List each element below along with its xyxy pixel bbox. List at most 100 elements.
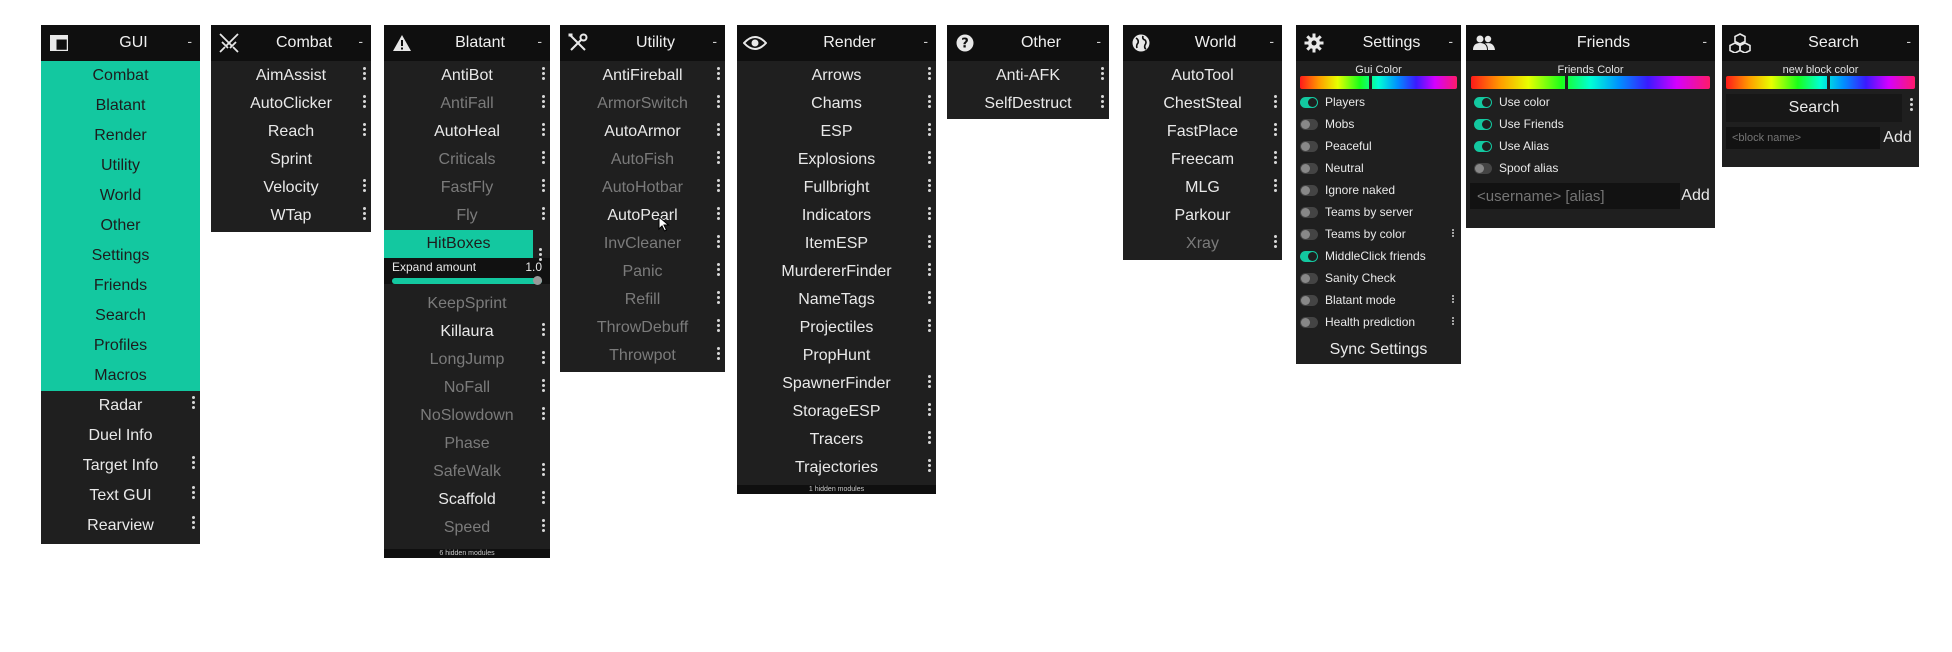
category-world[interactable]: World [41,181,200,211]
options-icon[interactable] [542,379,546,392]
toggle-neutral[interactable]: Neutral [1296,157,1461,179]
module-invcleaner[interactable]: InvCleaner [560,230,725,258]
options-icon[interactable] [928,459,932,472]
options-icon[interactable] [192,396,196,409]
toggle-spoof-alias[interactable]: Spoof alias [1470,157,1715,179]
module-selfdestruct[interactable]: SelfDestruct [947,90,1109,118]
options-icon[interactable] [1274,179,1278,192]
options-icon[interactable] [542,67,546,80]
minimize-button[interactable]: - [1702,33,1707,49]
options-icon[interactable] [1101,67,1105,80]
gui-panel-header[interactable]: GUI - [41,25,200,61]
category-search[interactable]: Search [41,301,200,331]
options-icon[interactable] [717,291,721,304]
search-button[interactable]: Search [1726,94,1902,122]
toggle-switch[interactable] [1474,162,1492,174]
toggle-switch[interactable] [1474,118,1492,130]
module-fly[interactable]: Fly [384,202,550,230]
module-projectiles[interactable]: Projectiles [737,314,936,342]
options-icon[interactable] [717,263,721,276]
options-icon[interactable] [717,123,721,136]
gui-color-picker[interactable] [1300,76,1457,89]
module-reach[interactable]: Reach [211,118,371,146]
block-color-picker[interactable] [1726,76,1915,89]
search-panel-header[interactable]: Search - [1722,25,1919,61]
module-rearview[interactable]: Rearview [41,511,200,541]
category-friends[interactable]: Friends [41,271,200,301]
module-itemesp[interactable]: ItemESP [737,230,936,258]
module-esp[interactable]: ESP [737,118,936,146]
options-icon[interactable] [928,207,932,220]
toggle-switch[interactable] [1300,228,1318,240]
options-icon[interactable] [1274,151,1278,164]
toggle-players[interactable]: Players [1296,91,1461,113]
options-icon[interactable] [1274,235,1278,248]
options-icon[interactable] [717,235,721,248]
toggle-teams-by-color[interactable]: Teams by color [1296,223,1461,245]
module-antifall[interactable]: AntiFall [384,90,550,118]
category-other[interactable]: Other [41,211,200,241]
category-utility[interactable]: Utility [41,151,200,181]
options-icon[interactable] [542,123,546,136]
toggle-sanity-check[interactable]: Sanity Check [1296,267,1461,289]
module-fastfly[interactable]: FastFly [384,174,550,202]
toggle-teams-by-server[interactable]: Teams by server [1296,201,1461,223]
toggle-switch[interactable] [1474,140,1492,152]
module-killaura[interactable]: Killaura [384,318,550,346]
toggle-switch[interactable] [1300,118,1318,130]
module-scaffold[interactable]: Scaffold [384,486,550,514]
options-icon[interactable] [542,207,546,220]
module-spawnerfinder[interactable]: SpawnerFinder [737,370,936,398]
module-prophunt[interactable]: PropHunt [737,342,936,370]
world-panel-header[interactable]: World - [1123,25,1282,61]
module-radar[interactable]: Radar [41,391,200,421]
options-icon[interactable] [928,291,932,304]
module-throwpot[interactable]: Throwpot [560,342,725,370]
color-marker[interactable] [1565,76,1568,89]
options-icon[interactable] [717,67,721,80]
settings-panel-header[interactable]: Settings - [1296,25,1461,61]
color-marker[interactable] [1827,76,1830,89]
options-icon[interactable] [928,151,932,164]
toggle-switch[interactable] [1300,162,1318,174]
toggle-peaceful[interactable]: Peaceful [1296,135,1461,157]
module-sprint[interactable]: Sprint [211,146,371,174]
minimize-button[interactable]: - [358,33,363,49]
category-combat[interactable]: Combat [41,61,200,91]
module-safewalk[interactable]: SafeWalk [384,458,550,486]
module-tracers[interactable]: Tracers [737,426,936,454]
utility-panel-header[interactable]: Utility - [560,25,725,61]
toggle-switch[interactable] [1300,206,1318,218]
module-fastplace[interactable]: FastPlace [1123,118,1282,146]
toggle-switch[interactable] [1300,272,1318,284]
module-refill[interactable]: Refill [560,286,725,314]
module-parkour[interactable]: Parkour [1123,202,1282,230]
module-hitboxes[interactable]: HitBoxes [384,230,533,258]
module-criticals[interactable]: Criticals [384,146,550,174]
toggle-use-alias[interactable]: Use Alias [1470,135,1715,157]
toggle-health-prediction[interactable]: Health prediction [1296,311,1461,333]
minimize-button[interactable]: - [1096,33,1101,49]
options-icon[interactable] [717,95,721,108]
module-panic[interactable]: Panic [560,258,725,286]
minimize-button[interactable]: - [1906,33,1911,49]
options-icon[interactable] [928,403,932,416]
options-icon[interactable] [928,179,932,192]
category-macros[interactable]: Macros [41,361,200,391]
sync-settings-button[interactable]: Sync Settings [1296,336,1461,364]
options-icon[interactable] [542,151,546,164]
module-aimassist[interactable]: AimAssist [211,62,371,90]
options-icon[interactable] [542,351,546,364]
render-panel-header[interactable]: Render - [737,25,936,61]
options-icon[interactable] [1452,229,1455,237]
module-autopearl[interactable]: AutoPearl [560,202,725,230]
module-antibot[interactable]: AntiBot [384,62,550,90]
category-blatant[interactable]: Blatant [41,91,200,121]
minimize-button[interactable]: - [187,33,192,49]
toggle-switch[interactable] [1300,294,1318,306]
toggle-switch[interactable] [1300,250,1318,262]
minimize-button[interactable]: - [923,33,928,49]
module-wtap[interactable]: WTap [211,202,371,230]
blatant-panel-header[interactable]: Blatant - [384,25,550,61]
module-xray[interactable]: Xray [1123,230,1282,258]
